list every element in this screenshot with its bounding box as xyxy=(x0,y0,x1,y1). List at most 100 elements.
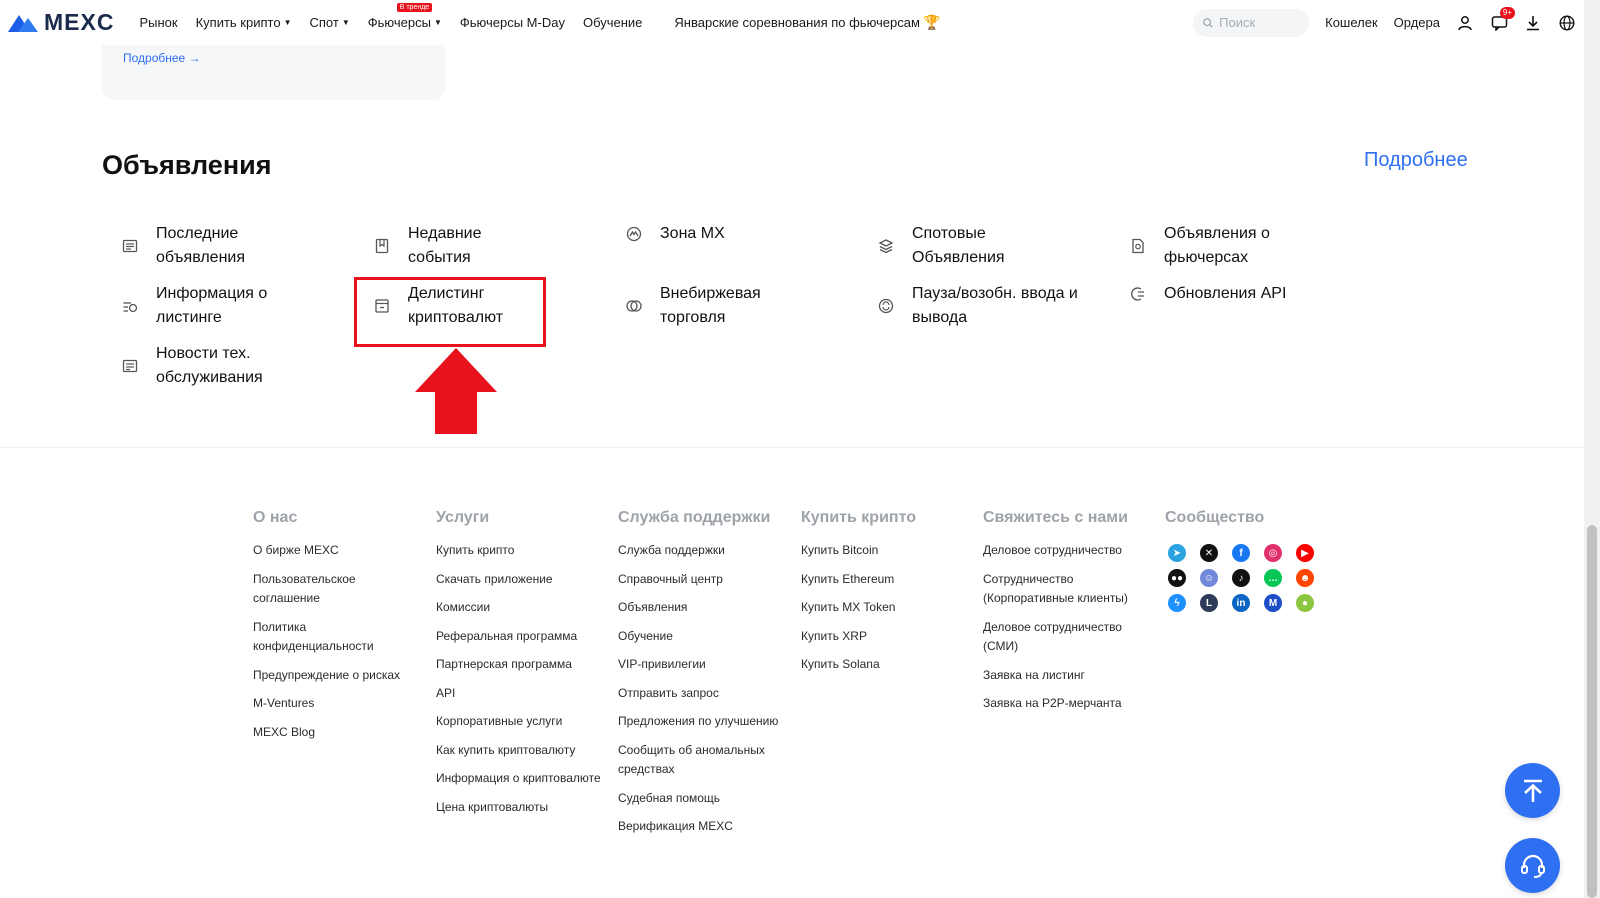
announcement-category-label: Недавние события xyxy=(408,225,482,266)
messenger-icon[interactable]: ϟ xyxy=(1168,594,1186,612)
footer-link[interactable]: Реферальная программа xyxy=(436,627,601,647)
footer-link[interactable]: Верификация MEXC xyxy=(618,817,788,837)
footer-link[interactable]: Деловое сотрудничество (СМИ) xyxy=(983,618,1153,657)
footer-link[interactable]: Служба поддержки xyxy=(618,541,788,561)
footer-link[interactable]: Заявка на листинг xyxy=(983,666,1153,686)
coinmarketcap-icon[interactable]: M xyxy=(1264,594,1282,612)
promo-link[interactable]: Январские соревнования по фьючерсам 🏆 xyxy=(665,14,949,31)
footer-link[interactable]: Справочный центр xyxy=(618,570,788,590)
footer-link[interactable]: Объявления xyxy=(618,598,788,618)
announcement-category-label: Спотовые Объявления xyxy=(912,225,1005,266)
announcements-more-link[interactable]: Подробнее xyxy=(1364,149,1468,172)
announcement-category-label: Обновления API xyxy=(1164,285,1287,302)
nav-item-label: Обучение xyxy=(582,15,643,30)
footer-link[interactable]: Судебная помощь xyxy=(618,789,788,809)
social-links: ➤ ✕ f ◎ ▶ ●● ☺ ♪ … ☻ ϟ Lin M ● xyxy=(1168,544,1314,612)
mexc-logo[interactable]: MEXC xyxy=(8,9,114,36)
announcement-category-news[interactable]: Последние объявления xyxy=(122,222,362,270)
user-icon[interactable] xyxy=(1456,14,1474,32)
download-icon[interactable] xyxy=(1524,14,1542,32)
notifications-icon[interactable]: 9+ xyxy=(1490,6,1515,32)
announcement-category-futures-doc[interactable]: Объявления о фьючерсах xyxy=(1130,222,1370,270)
footer-link[interactable]: Скачать приложение xyxy=(436,570,601,590)
footer-link[interactable]: Заявка на P2P-мерчанта xyxy=(983,694,1153,714)
footer-link[interactable]: Деловое сотрудничество xyxy=(983,541,1153,561)
footer-link[interactable]: M-Ventures xyxy=(253,694,423,714)
footer-link[interactable]: MEXC Blog xyxy=(253,723,423,743)
footer-link[interactable]: Пользовательское соглашение xyxy=(253,570,423,609)
spot-icon xyxy=(878,238,894,254)
footer-link[interactable]: Информация о криптовалюте xyxy=(436,769,601,789)
coingecko-icon[interactable]: ● xyxy=(1296,594,1314,612)
footer-link[interactable]: Купить MX Token xyxy=(801,598,916,618)
nav-item[interactable]: Обучение xyxy=(574,15,651,30)
footer-link[interactable]: Партнерская программа xyxy=(436,655,601,675)
footer-column: Служба поддержки Служба поддержки Справочн… xyxy=(618,508,788,846)
support-chat-button[interactable] xyxy=(1505,838,1560,893)
x-icon[interactable]: ✕ xyxy=(1200,544,1218,562)
announcement-category-pause[interactable]: Пауза/возобн. ввода и вывода xyxy=(878,282,1118,330)
reddit-icon[interactable]: ☻ xyxy=(1296,569,1314,587)
scroll-to-top-button[interactable] xyxy=(1505,763,1560,818)
announcement-category-mx-zone[interactable]: Зона MX xyxy=(626,222,866,246)
instagram-icon[interactable]: ◎ xyxy=(1264,544,1282,562)
footer-link[interactable]: Цена криптовалюты xyxy=(436,798,601,818)
announcement-category-spot[interactable]: Спотовые Объявления xyxy=(878,222,1118,270)
footer-link[interactable]: Политика конфиденциальности xyxy=(253,618,423,657)
top-nav-bar: MEXC Рынок Купить крипто ▼ Спот ▼ Фьючерсы ▼ В … xyxy=(0,0,1584,45)
announcement-category-maintenance[interactable]: Новости тех. обслуживания xyxy=(122,342,362,390)
footer-link[interactable]: Комиссии xyxy=(436,598,601,618)
search-box[interactable] xyxy=(1193,8,1310,37)
footer-link[interactable]: Купить Ethereum xyxy=(801,570,916,590)
announcement-category-api[interactable]: Обновления API xyxy=(1130,282,1370,306)
medium-icon[interactable]: ●● xyxy=(1168,569,1186,587)
orders-link[interactable]: Ордера xyxy=(1394,15,1440,30)
nav-item-label: Купить крипто xyxy=(195,15,281,30)
announcement-category-listing[interactable]: Информация о листинге xyxy=(122,282,362,330)
mx-zone-icon xyxy=(626,226,642,242)
footer-link[interactable]: Купить XRP xyxy=(801,627,916,647)
tiktok-icon[interactable]: ♪ xyxy=(1232,569,1250,587)
scrollbar-thumb[interactable] xyxy=(1587,525,1597,898)
footer-link[interactable]: VIP-привилегии xyxy=(618,655,788,675)
page-scrollbar[interactable] xyxy=(1584,0,1600,898)
linkedin-icon[interactable]: in xyxy=(1232,594,1250,612)
nav-item[interactable]: Фьючерсы M-Day xyxy=(451,15,574,30)
announcement-category-label: Информация о листинге xyxy=(156,285,268,326)
caret-down-icon: ▼ xyxy=(283,18,292,27)
footer-link[interactable]: Купить крипто xyxy=(436,541,601,561)
announcement-category-bookmark[interactable]: Недавние события xyxy=(374,222,614,270)
telegram-icon[interactable]: ➤ xyxy=(1168,544,1186,562)
announcement-category-label: Последние объявления xyxy=(156,225,245,266)
search-input[interactable] xyxy=(1219,15,1300,30)
footer-link[interactable]: Сообщить об аномальных средствах xyxy=(618,741,788,780)
footer-link[interactable]: Предложения по улучшению xyxy=(618,712,788,732)
footer-link[interactable]: Отправить запрос xyxy=(618,684,788,704)
red-arrow-annotation xyxy=(415,348,497,434)
footer-link[interactable]: О бирже MEXC xyxy=(253,541,423,561)
footer-link[interactable]: Предупреждение о рисках xyxy=(253,666,423,686)
discord-icon[interactable]: ☺ xyxy=(1200,569,1218,587)
footer-link[interactable]: Как купить криптовалюту xyxy=(436,741,601,761)
footer-link[interactable]: API xyxy=(436,684,601,704)
footer-link[interactable]: Корпоративные услуги xyxy=(436,712,601,732)
announcement-category-label: Пауза/возобн. ввода и вывода xyxy=(912,285,1078,326)
announcement-category-otc[interactable]: Внебиржевая торговля xyxy=(626,282,866,330)
nav-item[interactable]: Спот ▼ xyxy=(300,15,358,30)
footer-link[interactable]: Обучение xyxy=(618,627,788,647)
line-icon[interactable]: … xyxy=(1264,569,1282,587)
pause-icon xyxy=(878,298,894,314)
card-more-link[interactable]: Подробнее → xyxy=(123,51,201,65)
nav-item[interactable]: Рынок xyxy=(130,15,186,30)
nav-item[interactable]: Фьючерсы ▼ В тренде xyxy=(359,3,451,30)
footer-column-title: Услуги xyxy=(436,509,490,526)
youtube-icon[interactable]: ▶ xyxy=(1296,544,1314,562)
facebook-icon[interactable]: f xyxy=(1232,544,1250,562)
footer-link[interactable]: Сотрудничество (Корпоративные клиенты) xyxy=(983,570,1153,609)
footer-link[interactable]: Купить Solana xyxy=(801,655,916,675)
globe-icon[interactable] xyxy=(1558,14,1576,32)
wallet-link[interactable]: Кошелек xyxy=(1325,15,1378,30)
footer-link[interactable]: Купить Bitcoin xyxy=(801,541,916,561)
nav-item[interactable]: Купить крипто ▼ xyxy=(187,15,301,30)
linktree-icon[interactable]: L xyxy=(1200,594,1218,612)
